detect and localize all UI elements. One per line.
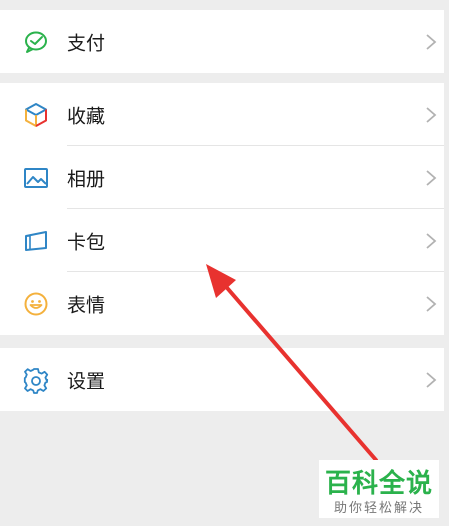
watermark-subtitle: 助你轻松解决 xyxy=(333,501,424,516)
watermark-title: 百科全说 xyxy=(324,469,433,499)
annotation-arrow-icon xyxy=(206,264,378,462)
watermark-logo: 百科全说 助你轻松解决 xyxy=(319,460,439,518)
